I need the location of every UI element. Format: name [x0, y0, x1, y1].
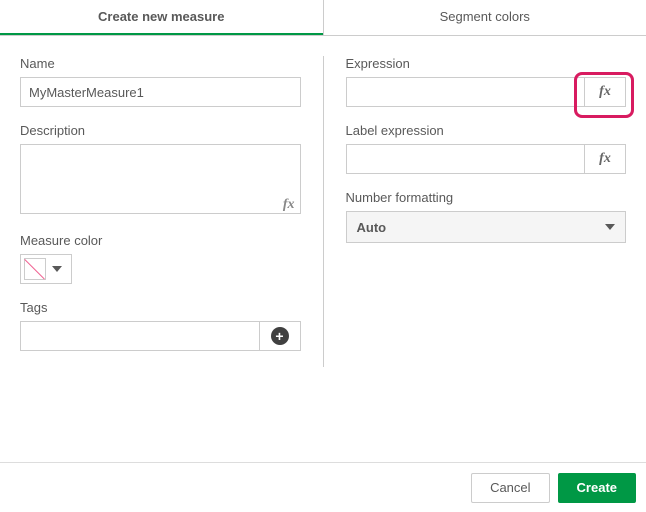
tab-create-new-measure[interactable]: Create new measure [0, 0, 323, 35]
content: Name Description fx Measure color Tags + [0, 36, 646, 377]
description-group: Description fx [20, 123, 301, 217]
name-group: Name [20, 56, 301, 107]
description-input[interactable] [20, 144, 301, 214]
label-expression-fx-button[interactable]: fx [584, 144, 626, 174]
name-label: Name [20, 56, 301, 71]
number-formatting-label: Number formatting [346, 190, 627, 205]
add-tag-button[interactable]: + [259, 321, 301, 351]
measure-color-picker[interactable] [20, 254, 72, 284]
description-label: Description [20, 123, 301, 138]
column-separator [323, 56, 324, 367]
cancel-button[interactable]: Cancel [471, 473, 549, 503]
name-input[interactable] [20, 77, 301, 107]
label-expression-label: Label expression [346, 123, 627, 138]
fx-icon: fx [599, 84, 611, 100]
fx-icon: fx [599, 151, 611, 167]
tags-input[interactable] [20, 321, 259, 351]
measure-color-group: Measure color [20, 233, 301, 284]
tab-segment-colors[interactable]: Segment colors [324, 0, 646, 35]
no-color-swatch-icon [24, 258, 46, 280]
tags-group: Tags + [20, 300, 301, 351]
chevron-down-icon [605, 224, 615, 230]
footer: Cancel Create [0, 462, 646, 512]
tabs: Create new measure Segment colors [0, 0, 646, 36]
tags-label: Tags [20, 300, 301, 315]
number-formatting-value: Auto [357, 220, 387, 235]
chevron-down-icon [52, 266, 62, 272]
plus-circle-icon: + [271, 327, 289, 345]
label-expression-group: Label expression fx [346, 123, 627, 174]
expression-fx-button[interactable]: fx [584, 77, 626, 107]
expression-input[interactable] [346, 77, 585, 107]
left-column: Name Description fx Measure color Tags + [20, 56, 301, 367]
number-formatting-group: Number formatting Auto [346, 190, 627, 243]
label-expression-input[interactable] [346, 144, 585, 174]
number-formatting-select[interactable]: Auto [346, 211, 627, 243]
expression-group: Expression fx [346, 56, 627, 107]
measure-color-label: Measure color [20, 233, 301, 248]
create-button[interactable]: Create [558, 473, 636, 503]
right-column: Expression fx Label expression fx Number… [346, 56, 627, 367]
expression-label: Expression [346, 56, 627, 71]
